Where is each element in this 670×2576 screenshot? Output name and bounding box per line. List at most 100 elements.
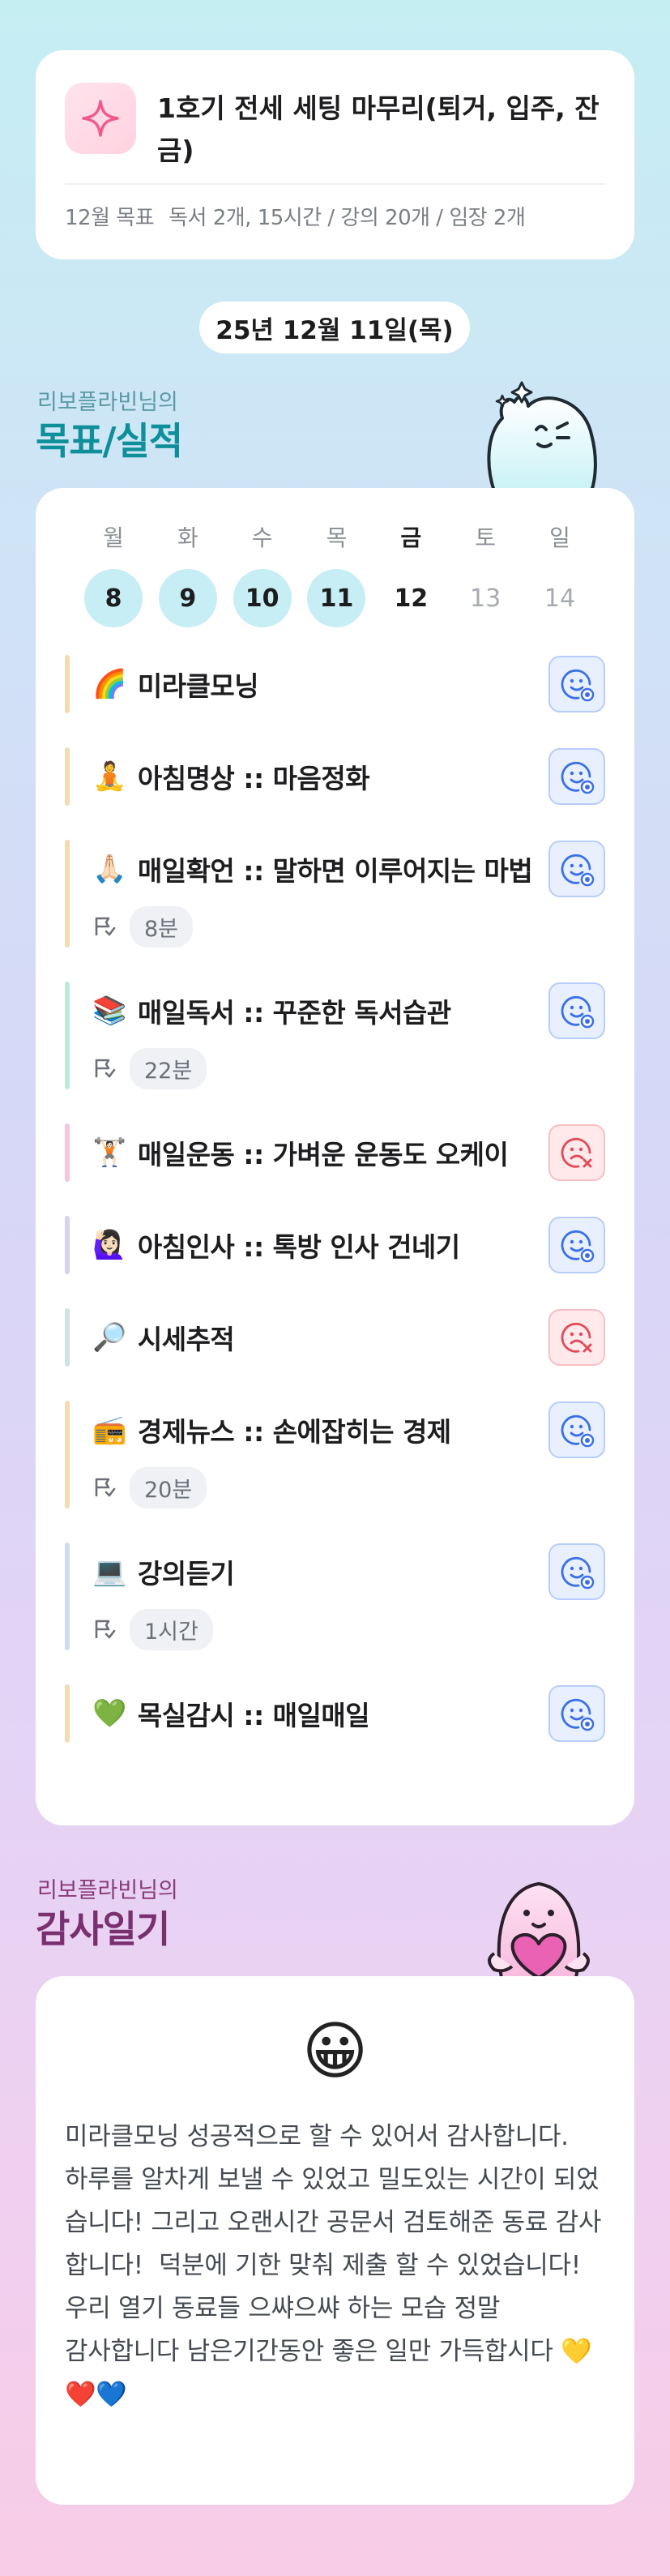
status-done-icon[interactable] bbox=[548, 748, 605, 805]
status-missed-icon[interactable] bbox=[548, 1124, 605, 1181]
task-duration: 1시간 bbox=[92, 1609, 605, 1650]
task-item[interactable]: 🙋🏻‍♀️ 아침인사 :: 톡방 인사 건네기 bbox=[65, 1216, 605, 1274]
day-14[interactable]: 일 14 bbox=[531, 520, 589, 627]
day-9[interactable]: 화9 bbox=[158, 520, 217, 627]
sparkle-icon bbox=[65, 83, 136, 154]
day-of-week-label: 금 bbox=[400, 524, 422, 551]
day-of-week-label: 월 bbox=[103, 524, 124, 551]
task-emoji: 🔎 bbox=[92, 1321, 126, 1354]
task-label: 경제뉴스 :: 손에잡히는 경제 bbox=[137, 1416, 451, 1448]
day-of-week-label: 토 bbox=[475, 524, 497, 551]
status-done-icon[interactable] bbox=[548, 841, 605, 897]
mood-emoji: 😀 bbox=[301, 2015, 369, 2088]
status-done-icon[interactable] bbox=[548, 656, 605, 712]
daily-tasks-card: 월 8 화 9 수 10 목 11 금 12 토 13 일 14 🌈 미라클모닝 🧘 아침명상 :: 마음정화… bbox=[36, 488, 634, 1825]
task-color-bar bbox=[65, 840, 70, 948]
day-number: 10 bbox=[233, 569, 292, 627]
status-done-icon[interactable] bbox=[548, 1543, 605, 1600]
goal-meta-label: 12월 목표 bbox=[65, 206, 155, 230]
task-name: 🔎 시세추적 bbox=[92, 1318, 235, 1357]
task-color-bar bbox=[65, 1308, 70, 1367]
task-label: 아침인사 :: 톡방 인사 건네기 bbox=[137, 1231, 460, 1263]
mascot-heart-icon bbox=[488, 1881, 590, 1981]
task-item[interactable]: 🌈 미라클모닝 bbox=[65, 655, 605, 713]
flag-check-icon bbox=[92, 1616, 130, 1644]
task-emoji: 🏋🏻 bbox=[92, 1136, 126, 1169]
day-11[interactable]: 목 11 bbox=[307, 520, 366, 627]
task-item[interactable]: 📻 경제뉴스 :: 손에잡히는 경제 20분 bbox=[65, 1401, 605, 1508]
gratitude-card: 😀 미라클모닝 성공적으로 할 수 있어서 감사합니다. 하루를 알차게 보낼 … bbox=[36, 1976, 634, 2505]
task-label: 목실감시 :: 매일매일 bbox=[137, 1700, 370, 1731]
day-number: 11 bbox=[307, 569, 366, 627]
task-emoji: 🧘 bbox=[92, 760, 126, 793]
task-duration: 8분 bbox=[92, 906, 605, 948]
goal-meta-value: 독서 2개, 15시간 / 강의 20개 / 임장 2개 bbox=[169, 206, 526, 230]
task-name: 💚 목실감시 :: 매일매일 bbox=[92, 1694, 370, 1733]
task-emoji: 🙋🏻‍♀️ bbox=[92, 1229, 126, 1261]
day-of-week-label: 일 bbox=[549, 524, 570, 551]
day-of-week-label: 화 bbox=[177, 524, 198, 551]
status-missed-icon[interactable] bbox=[548, 1309, 605, 1366]
task-label: 시세추적 bbox=[137, 1324, 235, 1355]
gratitude-text: 미라클모닝 성공적으로 할 수 있어서 감사합니다. 하루를 알차게 보낼 수 … bbox=[65, 2122, 602, 2409]
task-label: 매일운동 :: 가벼운 운동도 오케이 bbox=[137, 1139, 509, 1170]
task-name: 🌈 미라클모닝 bbox=[92, 665, 259, 704]
task-color-bar bbox=[65, 1216, 70, 1274]
status-done-icon[interactable] bbox=[548, 982, 605, 1039]
task-item[interactable]: 📚 매일독서 :: 꾸준한 독서습관 22분 bbox=[65, 982, 605, 1089]
day-number: 9 bbox=[158, 569, 217, 627]
flag-check-icon bbox=[92, 1055, 130, 1083]
task-item[interactable]: 🏋🏻 매일운동 :: 가벼운 운동도 오케이 bbox=[65, 1123, 605, 1182]
task-name: 📻 경제뉴스 :: 손에잡히는 경제 bbox=[92, 1410, 451, 1449]
task-label: 매일확언 :: 말하면 이루어지는 마법 bbox=[137, 855, 533, 887]
task-name: 🙏🏻 매일확언 :: 말하면 이루어지는 마법 bbox=[92, 849, 533, 888]
monthly-goal-card[interactable]: 1호기 전세 세팅 마무리(퇴거, 입주, 잔금) 12월 목표 독서 2개, 1… bbox=[36, 50, 634, 259]
status-done-icon[interactable] bbox=[548, 1401, 605, 1458]
task-item[interactable]: 🙏🏻 매일확언 :: 말하면 이루어지는 마법 8분 bbox=[65, 840, 605, 948]
task-item[interactable]: 💚 목실감시 :: 매일매일 bbox=[65, 1684, 605, 1743]
flag-check-icon bbox=[92, 914, 130, 941]
task-list: 🌈 미라클모닝 🧘 아침명상 :: 마음정화 🙏🏻 매일확언 :: 말하면 이루어지는… bbox=[65, 655, 605, 1743]
task-name: 💻 강의듣기 bbox=[92, 1552, 235, 1591]
status-done-icon[interactable] bbox=[548, 1685, 605, 1742]
task-name: 🏋🏻 매일운동 :: 가벼운 운동도 오케이 bbox=[92, 1133, 509, 1172]
day-10[interactable]: 수 10 bbox=[233, 520, 292, 627]
task-name: 🙋🏻‍♀️ 아침인사 :: 톡방 인사 건네기 bbox=[92, 1226, 460, 1264]
goal-meta: 12월 목표 독서 2개, 15시간 / 강의 20개 / 임장 2개 bbox=[65, 201, 605, 231]
task-emoji: 💚 bbox=[92, 1697, 126, 1730]
mascot-ghost-icon bbox=[487, 381, 597, 491]
task-label: 아침명상 :: 마음정화 bbox=[137, 763, 370, 794]
task-label: 미라클모닝 bbox=[137, 670, 259, 702]
day-number: 13 bbox=[470, 584, 501, 613]
task-color-bar bbox=[65, 655, 70, 713]
task-color-bar bbox=[65, 982, 70, 1089]
task-duration: 20분 bbox=[92, 1467, 605, 1508]
task-color-bar bbox=[65, 1123, 70, 1182]
day-8[interactable]: 월8 bbox=[84, 520, 143, 627]
day-number: 14 bbox=[544, 584, 576, 613]
task-duration: 22분 bbox=[92, 1048, 605, 1089]
day-of-week-label: 수 bbox=[251, 524, 273, 551]
day-number: 12 bbox=[394, 584, 429, 613]
task-emoji: 🌈 bbox=[92, 668, 126, 700]
task-item[interactable]: 💻 강의듣기 1시간 bbox=[65, 1543, 605, 1650]
task-item[interactable]: 🔎 시세추적 bbox=[65, 1308, 605, 1367]
task-emoji: 💻 bbox=[92, 1555, 126, 1588]
day-13[interactable]: 토 13 bbox=[456, 520, 514, 627]
task-emoji: 🙏🏻 bbox=[92, 853, 126, 885]
section-title: 목표/실적 bbox=[36, 419, 183, 463]
day-12[interactable]: 금 12 bbox=[382, 520, 440, 627]
week-selector: 월 8 화 9 수 10 목 11 금 12 토 13 일 14 bbox=[65, 520, 605, 627]
day-number: 8 bbox=[84, 569, 143, 627]
task-color-bar bbox=[65, 747, 70, 806]
task-item[interactable]: 🧘 아침명상 :: 마음정화 bbox=[65, 747, 605, 806]
task-emoji: 📻 bbox=[92, 1414, 126, 1446]
task-emoji: 📚 bbox=[92, 995, 126, 1027]
task-color-bar bbox=[65, 1543, 70, 1650]
date-selector[interactable]: 25년 12월 11일(목) bbox=[199, 302, 470, 353]
duration-tag: 20분 bbox=[130, 1467, 207, 1508]
duration-tag: 1시간 bbox=[130, 1609, 213, 1650]
duration-tag: 22분 bbox=[130, 1048, 207, 1089]
task-color-bar bbox=[65, 1401, 70, 1508]
status-done-icon[interactable] bbox=[548, 1217, 605, 1273]
